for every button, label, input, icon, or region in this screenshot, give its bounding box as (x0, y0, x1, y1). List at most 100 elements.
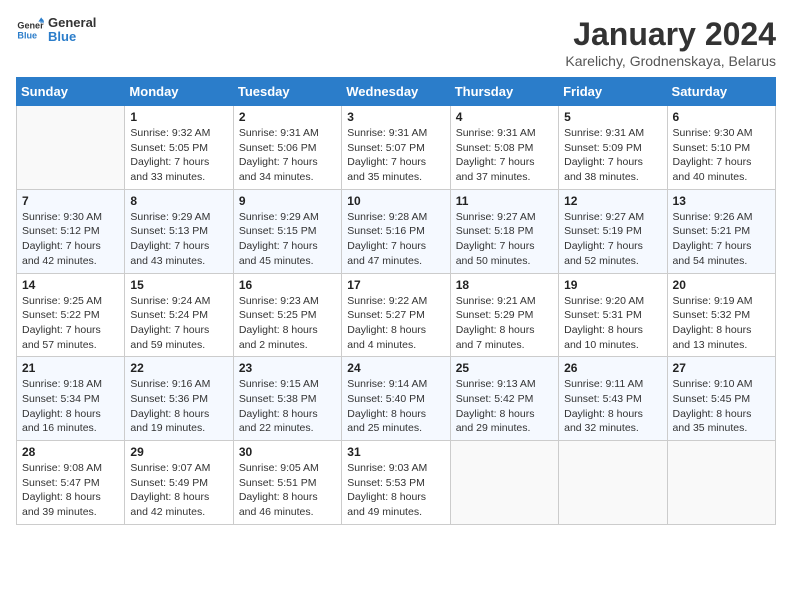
day-number: 9 (239, 194, 336, 208)
weekday-header-friday: Friday (559, 78, 667, 106)
calendar-cell: 17 Sunrise: 9:22 AMSunset: 5:27 PMDayligh… (342, 273, 450, 357)
location-subtitle: Karelichy, Grodnenskaya, Belarus (565, 53, 776, 69)
day-number: 8 (130, 194, 227, 208)
day-number: 31 (347, 445, 444, 459)
day-info: Sunrise: 9:19 AMSunset: 5:32 PMDaylight:… (673, 294, 770, 353)
calendar-cell: 22 Sunrise: 9:16 AMSunset: 5:36 PMDayligh… (125, 357, 233, 441)
day-info: Sunrise: 9:31 AMSunset: 5:09 PMDaylight:… (564, 126, 661, 185)
day-number: 15 (130, 278, 227, 292)
day-number: 2 (239, 110, 336, 124)
calendar-cell: 18 Sunrise: 9:21 AMSunset: 5:29 PMDayligh… (450, 273, 558, 357)
day-number: 7 (22, 194, 119, 208)
day-info: Sunrise: 9:07 AMSunset: 5:49 PMDaylight:… (130, 461, 227, 520)
svg-text:Blue: Blue (17, 31, 37, 41)
day-number: 14 (22, 278, 119, 292)
day-number: 16 (239, 278, 336, 292)
weekday-header-thursday: Thursday (450, 78, 558, 106)
weekday-header-tuesday: Tuesday (233, 78, 341, 106)
day-info: Sunrise: 9:10 AMSunset: 5:45 PMDaylight:… (673, 377, 770, 436)
month-title: January 2024 (565, 16, 776, 53)
day-number: 4 (456, 110, 553, 124)
day-info: Sunrise: 9:29 AMSunset: 5:15 PMDaylight:… (239, 210, 336, 269)
day-number: 30 (239, 445, 336, 459)
day-info: Sunrise: 9:11 AMSunset: 5:43 PMDaylight:… (564, 377, 661, 436)
day-info: Sunrise: 9:08 AMSunset: 5:47 PMDaylight:… (22, 461, 119, 520)
week-row-5: 28 Sunrise: 9:08 AMSunset: 5:47 PMDayligh… (17, 441, 776, 525)
calendar-cell: 26 Sunrise: 9:11 AMSunset: 5:43 PMDayligh… (559, 357, 667, 441)
day-number: 12 (564, 194, 661, 208)
calendar-cell (667, 441, 775, 525)
weekday-header-monday: Monday (125, 78, 233, 106)
calendar-cell: 21Sunrise: 9:18 AMSunset: 5:34 PMDayligh… (17, 357, 125, 441)
day-info: Sunrise: 9:30 AMSunset: 5:10 PMDaylight:… (673, 126, 770, 185)
week-row-1: 1Sunrise: 9:32 AMSunset: 5:05 PMDaylight… (17, 106, 776, 190)
calendar-cell: 8Sunrise: 9:29 AMSunset: 5:13 PMDaylight… (125, 189, 233, 273)
calendar-cell (559, 441, 667, 525)
day-info: Sunrise: 9:27 AMSunset: 5:18 PMDaylight:… (456, 210, 553, 269)
calendar-cell: 23 Sunrise: 9:15 AMSunset: 5:38 PMDayligh… (233, 357, 341, 441)
calendar-cell: 2 Sunrise: 9:31 AMSunset: 5:06 PMDaylight… (233, 106, 341, 190)
day-info: Sunrise: 9:23 AMSunset: 5:25 PMDaylight:… (239, 294, 336, 353)
day-number: 19 (564, 278, 661, 292)
day-number: 25 (456, 361, 553, 375)
day-info: Sunrise: 9:28 AMSunset: 5:16 PMDaylight:… (347, 210, 444, 269)
logo: General Blue General Blue (16, 16, 96, 45)
calendar-table: SundayMondayTuesdayWednesdayThursdayFrid… (16, 77, 776, 525)
day-number: 17 (347, 278, 444, 292)
day-info: Sunrise: 9:30 AMSunset: 5:12 PMDaylight:… (22, 210, 119, 269)
day-info: Sunrise: 9:24 AMSunset: 5:24 PMDaylight:… (130, 294, 227, 353)
day-info: Sunrise: 9:15 AMSunset: 5:38 PMDaylight:… (239, 377, 336, 436)
svg-text:General: General (17, 21, 44, 31)
day-info: Sunrise: 9:13 AMSunset: 5:42 PMDaylight:… (456, 377, 553, 436)
logo-blue: Blue (48, 30, 96, 44)
header: General Blue General Blue January 2024 K… (16, 16, 776, 69)
day-info: Sunrise: 9:26 AMSunset: 5:21 PMDaylight:… (673, 210, 770, 269)
calendar-cell: 13 Sunrise: 9:26 AMSunset: 5:21 PMDayligh… (667, 189, 775, 273)
day-info: Sunrise: 9:31 AMSunset: 5:07 PMDaylight:… (347, 126, 444, 185)
calendar-cell: 15 Sunrise: 9:24 AMSunset: 5:24 PMDayligh… (125, 273, 233, 357)
title-area: January 2024 Karelichy, Grodnenskaya, Be… (565, 16, 776, 69)
calendar-cell: 11 Sunrise: 9:27 AMSunset: 5:18 PMDayligh… (450, 189, 558, 273)
calendar-cell: 9 Sunrise: 9:29 AMSunset: 5:15 PMDaylight… (233, 189, 341, 273)
day-number: 23 (239, 361, 336, 375)
day-number: 11 (456, 194, 553, 208)
day-info: Sunrise: 9:31 AMSunset: 5:08 PMDaylight:… (456, 126, 553, 185)
weekday-header-saturday: Saturday (667, 78, 775, 106)
calendar-cell: 14 Sunrise: 9:25 AMSunset: 5:22 PMDayligh… (17, 273, 125, 357)
logo-icon: General Blue (16, 16, 44, 44)
weekday-header-wednesday: Wednesday (342, 78, 450, 106)
day-number: 26 (564, 361, 661, 375)
calendar-cell: 4 Sunrise: 9:31 AMSunset: 5:08 PMDaylight… (450, 106, 558, 190)
day-number: 1 (130, 110, 227, 124)
calendar-cell: 29 Sunrise: 9:07 AMSunset: 5:49 PMDayligh… (125, 441, 233, 525)
day-info: Sunrise: 9:25 AMSunset: 5:22 PMDaylight:… (22, 294, 119, 353)
day-info: Sunrise: 9:14 AMSunset: 5:40 PMDaylight:… (347, 377, 444, 436)
calendar-cell: 6 Sunrise: 9:30 AMSunset: 5:10 PMDaylight… (667, 106, 775, 190)
day-info: Sunrise: 9:22 AMSunset: 5:27 PMDaylight:… (347, 294, 444, 353)
weekday-header-sunday: Sunday (17, 78, 125, 106)
day-number: 10 (347, 194, 444, 208)
day-info: Sunrise: 9:21 AMSunset: 5:29 PMDaylight:… (456, 294, 553, 353)
day-info: Sunrise: 9:05 AMSunset: 5:51 PMDaylight:… (239, 461, 336, 520)
day-number: 22 (130, 361, 227, 375)
calendar-cell: 31Sunrise: 9:03 AMSunset: 5:53 PMDayligh… (342, 441, 450, 525)
calendar-cell (17, 106, 125, 190)
calendar-cell (450, 441, 558, 525)
calendar-header: SundayMondayTuesdayWednesdayThursdayFrid… (17, 78, 776, 106)
day-number: 29 (130, 445, 227, 459)
week-row-2: 7 Sunrise: 9:30 AMSunset: 5:12 PMDaylight… (17, 189, 776, 273)
day-number: 18 (456, 278, 553, 292)
day-info: Sunrise: 9:27 AMSunset: 5:19 PMDaylight:… (564, 210, 661, 269)
day-number: 27 (673, 361, 770, 375)
day-number: 13 (673, 194, 770, 208)
week-row-4: 21Sunrise: 9:18 AMSunset: 5:34 PMDayligh… (17, 357, 776, 441)
day-info: Sunrise: 9:16 AMSunset: 5:36 PMDaylight:… (130, 377, 227, 436)
day-info: Sunrise: 9:18 AMSunset: 5:34 PMDaylight:… (22, 377, 119, 436)
calendar-cell: 5Sunrise: 9:31 AMSunset: 5:09 PMDaylight… (559, 106, 667, 190)
day-number: 28 (22, 445, 119, 459)
day-number: 6 (673, 110, 770, 124)
day-number: 24 (347, 361, 444, 375)
day-info: Sunrise: 9:31 AMSunset: 5:06 PMDaylight:… (239, 126, 336, 185)
day-number: 3 (347, 110, 444, 124)
day-info: Sunrise: 9:20 AMSunset: 5:31 PMDaylight:… (564, 294, 661, 353)
